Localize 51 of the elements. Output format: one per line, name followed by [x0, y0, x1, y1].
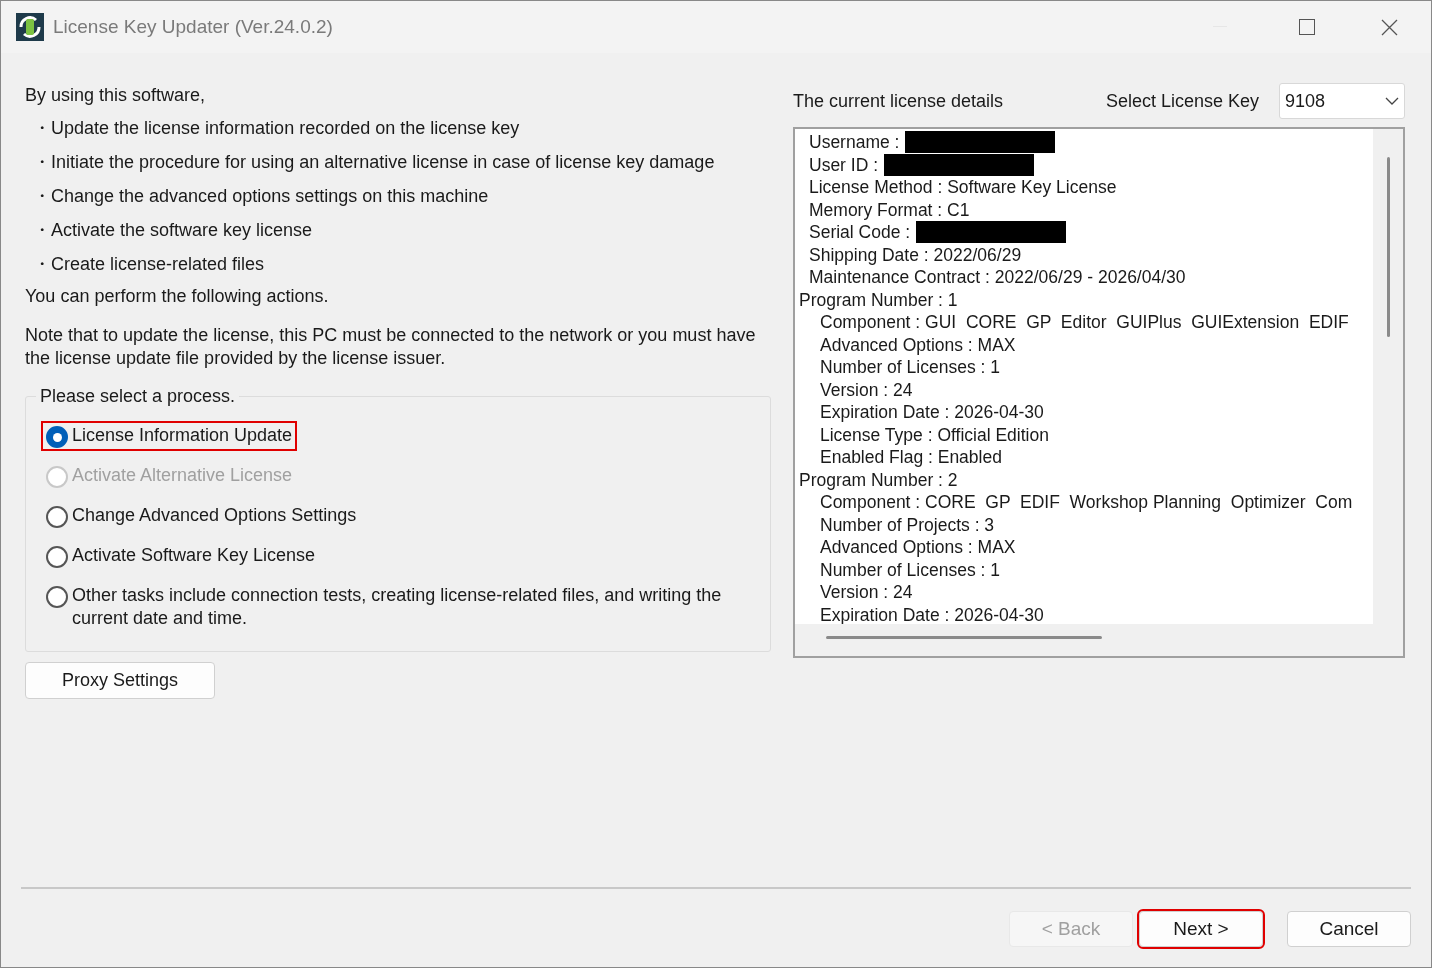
- app-icon: [16, 13, 44, 41]
- close-icon[interactable]: [1381, 18, 1398, 36]
- window-title: License Key Updater (Ver.24.0.2): [53, 14, 333, 39]
- radio-label[interactable]: Other tasks include connection tests, creating license-related files, and writing the current date and time.: [72, 584, 765, 630]
- vertical-scrollbar[interactable]: [1386, 157, 1390, 337]
- radio-label[interactable]: Change Advanced Options Settings: [72, 504, 357, 527]
- license-key-select[interactable]: 9108: [1279, 83, 1405, 119]
- detail-line: Component : GUI CORE GP Editor GUIPlus GUIExtension EDIF: [820, 311, 1349, 334]
- detail-line: Username :: [809, 131, 900, 154]
- detail-line: Advanced Options : MAX: [820, 536, 1016, 559]
- detail-line: Expiration Date : 2026-04-30: [820, 401, 1044, 424]
- note-text: Note that to update the license, this PC must be connected to the network or you must have the license update file provided by the license issuer.: [25, 324, 757, 370]
- bullet-item: ・Change the advanced options settings on this machine: [33, 185, 490, 208]
- wizard-button[interactable]: Next >: [1139, 911, 1263, 947]
- bullet-item: ・Activate the software key license: [33, 219, 314, 242]
- program-heading: Program Number : 2: [799, 468, 958, 491]
- maximize-icon[interactable]: [1299, 19, 1315, 35]
- intro-heading: By using this software,: [25, 84, 207, 107]
- detail-line: Shipping Date : 2022/06/29: [809, 243, 1022, 266]
- detail-line: Version : 24: [820, 581, 913, 604]
- detail-line: Advanced Options : MAX: [820, 333, 1016, 356]
- radio-button[interactable]: [46, 426, 68, 448]
- program-heading: Program Number : 1: [799, 288, 958, 311]
- detail-line: Version : 24: [820, 378, 913, 401]
- horizontal-scrollbar[interactable]: [826, 636, 1102, 639]
- bullet-item: ・Create license-related files: [33, 253, 266, 276]
- proxy-settings-button[interactable]: Proxy Settings: [25, 662, 215, 699]
- detail-line: Enabled Flag : Enabled: [820, 446, 1002, 469]
- details-title: The current license details: [793, 89, 1004, 113]
- detail-line: Number of Projects : 3: [820, 513, 995, 536]
- intro-closing: You can perform the following actions.: [25, 285, 330, 308]
- detail-line: Number of Licenses : 1: [820, 356, 1000, 379]
- radio-button[interactable]: [46, 546, 68, 568]
- radio-label[interactable]: Activate Software Key License: [72, 544, 316, 567]
- detail-line: Memory Format : C1: [809, 198, 970, 221]
- radio-button[interactable]: [46, 586, 68, 608]
- detail-line: License Method : Software Key License: [809, 176, 1117, 199]
- wizard-button[interactable]: Cancel: [1287, 911, 1411, 947]
- detail-line: Serial Code :: [809, 221, 911, 244]
- detail-line: Number of Licenses : 1: [820, 558, 1000, 581]
- bullet-item: ・Initiate the procedure for using an alternative license in case of license key damage: [33, 151, 716, 174]
- detail-line: Maintenance Contract : 2022/06/29 - 2026/04/30: [809, 266, 1186, 289]
- radio-label[interactable]: License Information Update: [72, 424, 293, 447]
- select-label: Select License Key: [1105, 89, 1259, 113]
- chevron-down-icon: [1385, 97, 1399, 105]
- detail-line: User ID :: [809, 153, 879, 176]
- bullet-item: ・Update the license information recorded on the license key: [33, 117, 521, 140]
- detail-line: Expiration Date : 2026-04-30: [820, 603, 1044, 624]
- detail-line: Component : CORE GP EDIF Workshop Planning Optimizer Com: [820, 491, 1353, 514]
- radio-button[interactable]: [46, 506, 68, 528]
- detail-line: License Type : Official Edition: [820, 423, 1049, 446]
